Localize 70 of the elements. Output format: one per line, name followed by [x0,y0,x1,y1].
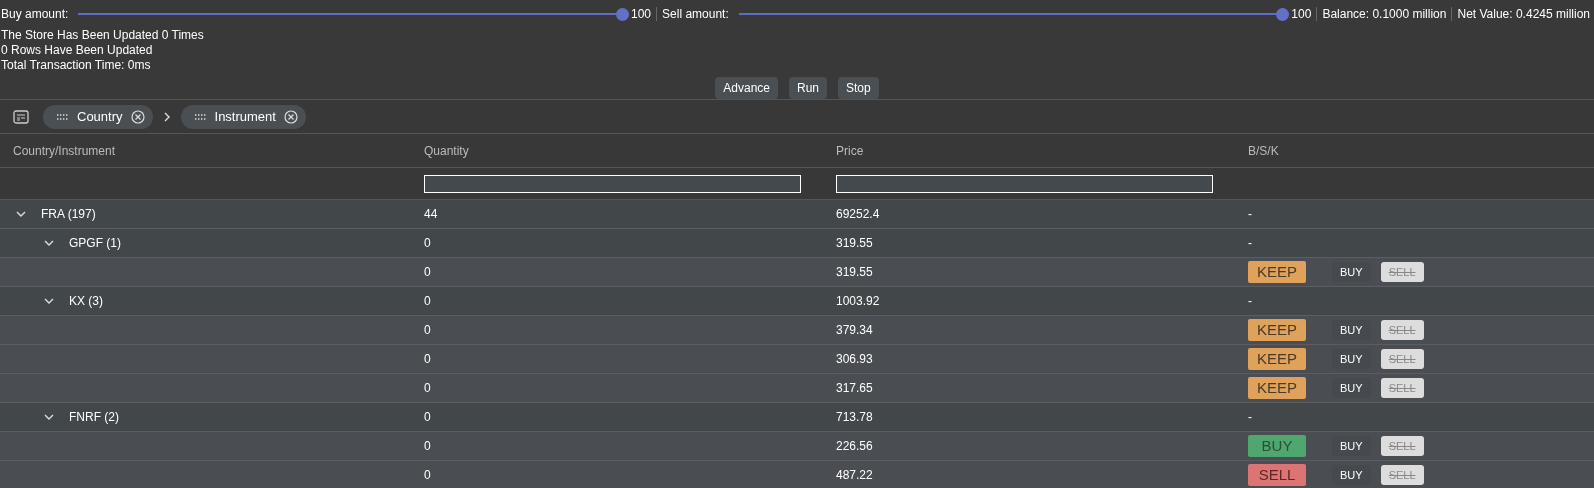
signal-badge: KEEP [1248,261,1306,283]
price-cell: 713.78 [836,410,873,424]
filter-input[interactable] [424,174,801,193]
buy-button[interactable]: BUY [1332,465,1371,485]
price-cell: 319.55 [836,265,873,279]
quantity-cell: 0 [424,294,431,308]
signal-badge: KEEP [1248,319,1306,341]
price-cell: 1003.92 [836,294,880,308]
status-line: The Store Has Been Updated 0 Times [1,28,205,43]
group-label: FRA (197) [41,207,96,221]
buy-button[interactable]: BUY [1332,320,1371,340]
chevron-right-icon [162,111,171,122]
net-value-text: Net Value: 0.4245 million [1456,7,1591,21]
filter-input[interactable] [836,174,1213,193]
drag-handle-icon[interactable] [57,111,69,122]
quantity-cell: 0 [424,381,431,395]
bsk-cell: - [1248,410,1252,424]
slider-thumb[interactable] [1276,7,1290,21]
chip-label: Country [77,109,123,124]
signal-badge: SELL [1248,464,1306,486]
group-chip[interactable]: Instrument [180,104,306,129]
balance-text: Balance: 0.1000 million [1321,7,1453,21]
buy-button[interactable]: BUY [1332,262,1371,282]
action-button[interactable]: Run [789,77,827,99]
slider-thumb[interactable] [616,7,629,21]
price-cell: 226.56 [836,439,873,453]
buy-button[interactable]: BUY [1332,378,1371,398]
remove-icon[interactable] [130,109,145,124]
action-button[interactable]: Advance [715,77,778,99]
bsk-cell: - [1248,236,1252,250]
quantity-cell: 0 [424,352,431,366]
price-cell: 319.55 [836,236,873,250]
price-cell: 306.93 [836,352,873,366]
drag-handle-icon[interactable] [194,111,207,122]
quantity-cell: 0 [424,439,431,453]
quantity-cell: 0 [424,265,431,279]
column-header[interactable]: Country/Instrument [13,143,116,158]
price-cell: 487.22 [836,468,873,482]
panel-icon[interactable] [13,109,29,124]
group-label: KX (3) [69,294,103,308]
quantity-cell: 44 [424,207,438,221]
signal-badge: KEEP [1248,348,1306,370]
quantity-cell: 0 [424,468,431,482]
price-cell: 379.34 [836,323,873,337]
quantity-cell: 0 [424,323,431,337]
column-header[interactable]: Quantity [424,143,469,158]
column-header[interactable]: B/S/K [1248,143,1279,158]
slider-label: Sell amount: [661,7,730,21]
action-button[interactable]: Stop [838,77,879,99]
buy-button[interactable]: BUY [1332,436,1371,456]
signal-badge: KEEP [1248,377,1306,399]
group-label: GPGF (1) [69,236,121,250]
column-header[interactable]: Price [836,143,864,158]
bsk-cell: - [1248,294,1252,308]
chip-label: Instrument [214,109,276,124]
quantity-cell: 0 [424,236,431,250]
slider-value: 100 [631,7,658,21]
group-label: FNRF (2) [69,410,119,424]
price-cell: 317.65 [836,381,873,395]
remove-icon[interactable] [283,109,298,124]
buy-button[interactable]: BUY [1332,349,1371,369]
status-line: Total Transaction Time: 0ms [1,58,152,73]
status-line: 0 Rows Have Been Updated [1,43,154,58]
slider-label: Buy amount: [0,7,70,21]
price-cell: 69252.4 [836,207,880,221]
group-chip[interactable]: Country [43,104,153,129]
signal-badge: BUY [1248,435,1306,457]
slider-value: 100 [1291,7,1318,21]
quantity-cell: 0 [424,410,431,424]
bsk-cell: - [1248,207,1252,221]
